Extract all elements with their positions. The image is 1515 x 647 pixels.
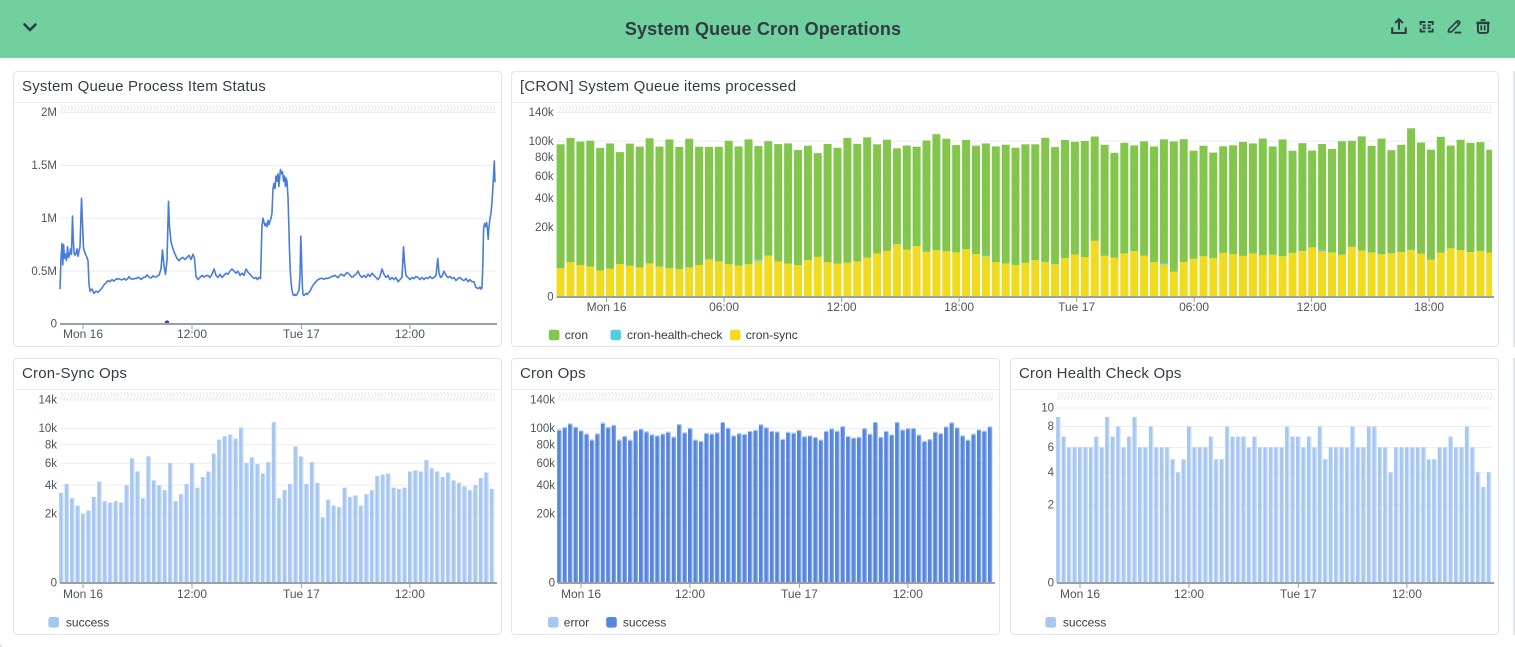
svg-text:cron-sync: cron-sync — [746, 328, 798, 342]
svg-text:12:00: 12:00 — [1297, 300, 1327, 314]
svg-text:1.5M: 1.5M — [31, 160, 57, 172]
svg-text:80k: 80k — [535, 152, 554, 164]
svg-text:Mon 16: Mon 16 — [561, 587, 601, 601]
svg-text:Tue 17: Tue 17 — [283, 587, 320, 601]
svg-text:Mon 16: Mon 16 — [63, 327, 103, 341]
svg-text:20k: 20k — [536, 509, 555, 521]
svg-text:12:00: 12:00 — [1392, 587, 1422, 601]
svg-text:Tue 17: Tue 17 — [283, 327, 320, 341]
svg-text:12:00: 12:00 — [827, 300, 857, 314]
svg-text:12:00: 12:00 — [893, 587, 923, 601]
svg-text:error: error — [564, 616, 589, 630]
svg-text:0: 0 — [51, 578, 57, 590]
svg-text:success: success — [623, 616, 666, 630]
svg-text:12:00: 12:00 — [395, 327, 425, 341]
svg-text:20k: 20k — [535, 222, 554, 234]
svg-text:success: success — [66, 616, 109, 630]
svg-text:100k: 100k — [529, 136, 554, 148]
svg-text:140k: 140k — [529, 107, 554, 119]
svg-text:Mon 16: Mon 16 — [587, 300, 627, 314]
svg-text:0: 0 — [549, 578, 555, 590]
svg-text:12:00: 12:00 — [675, 587, 705, 601]
svg-text:Mon 16: Mon 16 — [1060, 587, 1100, 601]
svg-text:40k: 40k — [535, 193, 554, 205]
svg-text:60k: 60k — [536, 458, 555, 470]
svg-text:0: 0 — [547, 292, 553, 304]
svg-text:2M: 2M — [41, 107, 57, 119]
svg-text:Mon 16: Mon 16 — [63, 587, 103, 601]
svg-text:12:00: 12:00 — [177, 327, 207, 341]
svg-text:6k: 6k — [45, 458, 57, 470]
svg-text:cron-health-check: cron-health-check — [627, 328, 723, 342]
svg-text:10k: 10k — [38, 423, 57, 435]
svg-text:14k: 14k — [38, 395, 57, 407]
svg-text:Tue 17: Tue 17 — [1280, 587, 1317, 601]
svg-text:Tue 17: Tue 17 — [1058, 300, 1095, 314]
svg-text:6: 6 — [1048, 442, 1054, 454]
svg-text:2k: 2k — [45, 509, 57, 521]
svg-text:12:00: 12:00 — [395, 587, 425, 601]
svg-text:12:00: 12:00 — [177, 587, 207, 601]
svg-text:Tue 17: Tue 17 — [781, 587, 818, 601]
svg-text:40k: 40k — [536, 480, 555, 492]
svg-text:18:00: 18:00 — [944, 300, 974, 314]
svg-text:80k: 80k — [536, 439, 555, 451]
svg-text:10: 10 — [1041, 403, 1054, 415]
svg-text:60k: 60k — [535, 171, 554, 183]
svg-text:06:00: 06:00 — [709, 300, 739, 314]
svg-text:18:00: 18:00 — [1414, 300, 1444, 314]
svg-text:8k: 8k — [45, 439, 57, 451]
svg-text:0: 0 — [51, 319, 57, 331]
svg-text:4: 4 — [1048, 467, 1055, 479]
svg-text:4k: 4k — [45, 480, 57, 492]
svg-text:12:00: 12:00 — [1174, 587, 1204, 601]
svg-text:0: 0 — [1048, 578, 1054, 590]
svg-text:140k: 140k — [530, 395, 555, 407]
svg-text:cron: cron — [565, 328, 588, 342]
svg-text:0.5M: 0.5M — [31, 266, 57, 278]
svg-text:2: 2 — [1048, 499, 1054, 511]
svg-text:100k: 100k — [530, 423, 555, 435]
svg-text:8: 8 — [1048, 421, 1054, 433]
svg-text:06:00: 06:00 — [1179, 300, 1209, 314]
svg-text:1M: 1M — [41, 213, 57, 225]
svg-text:success: success — [1063, 616, 1106, 630]
